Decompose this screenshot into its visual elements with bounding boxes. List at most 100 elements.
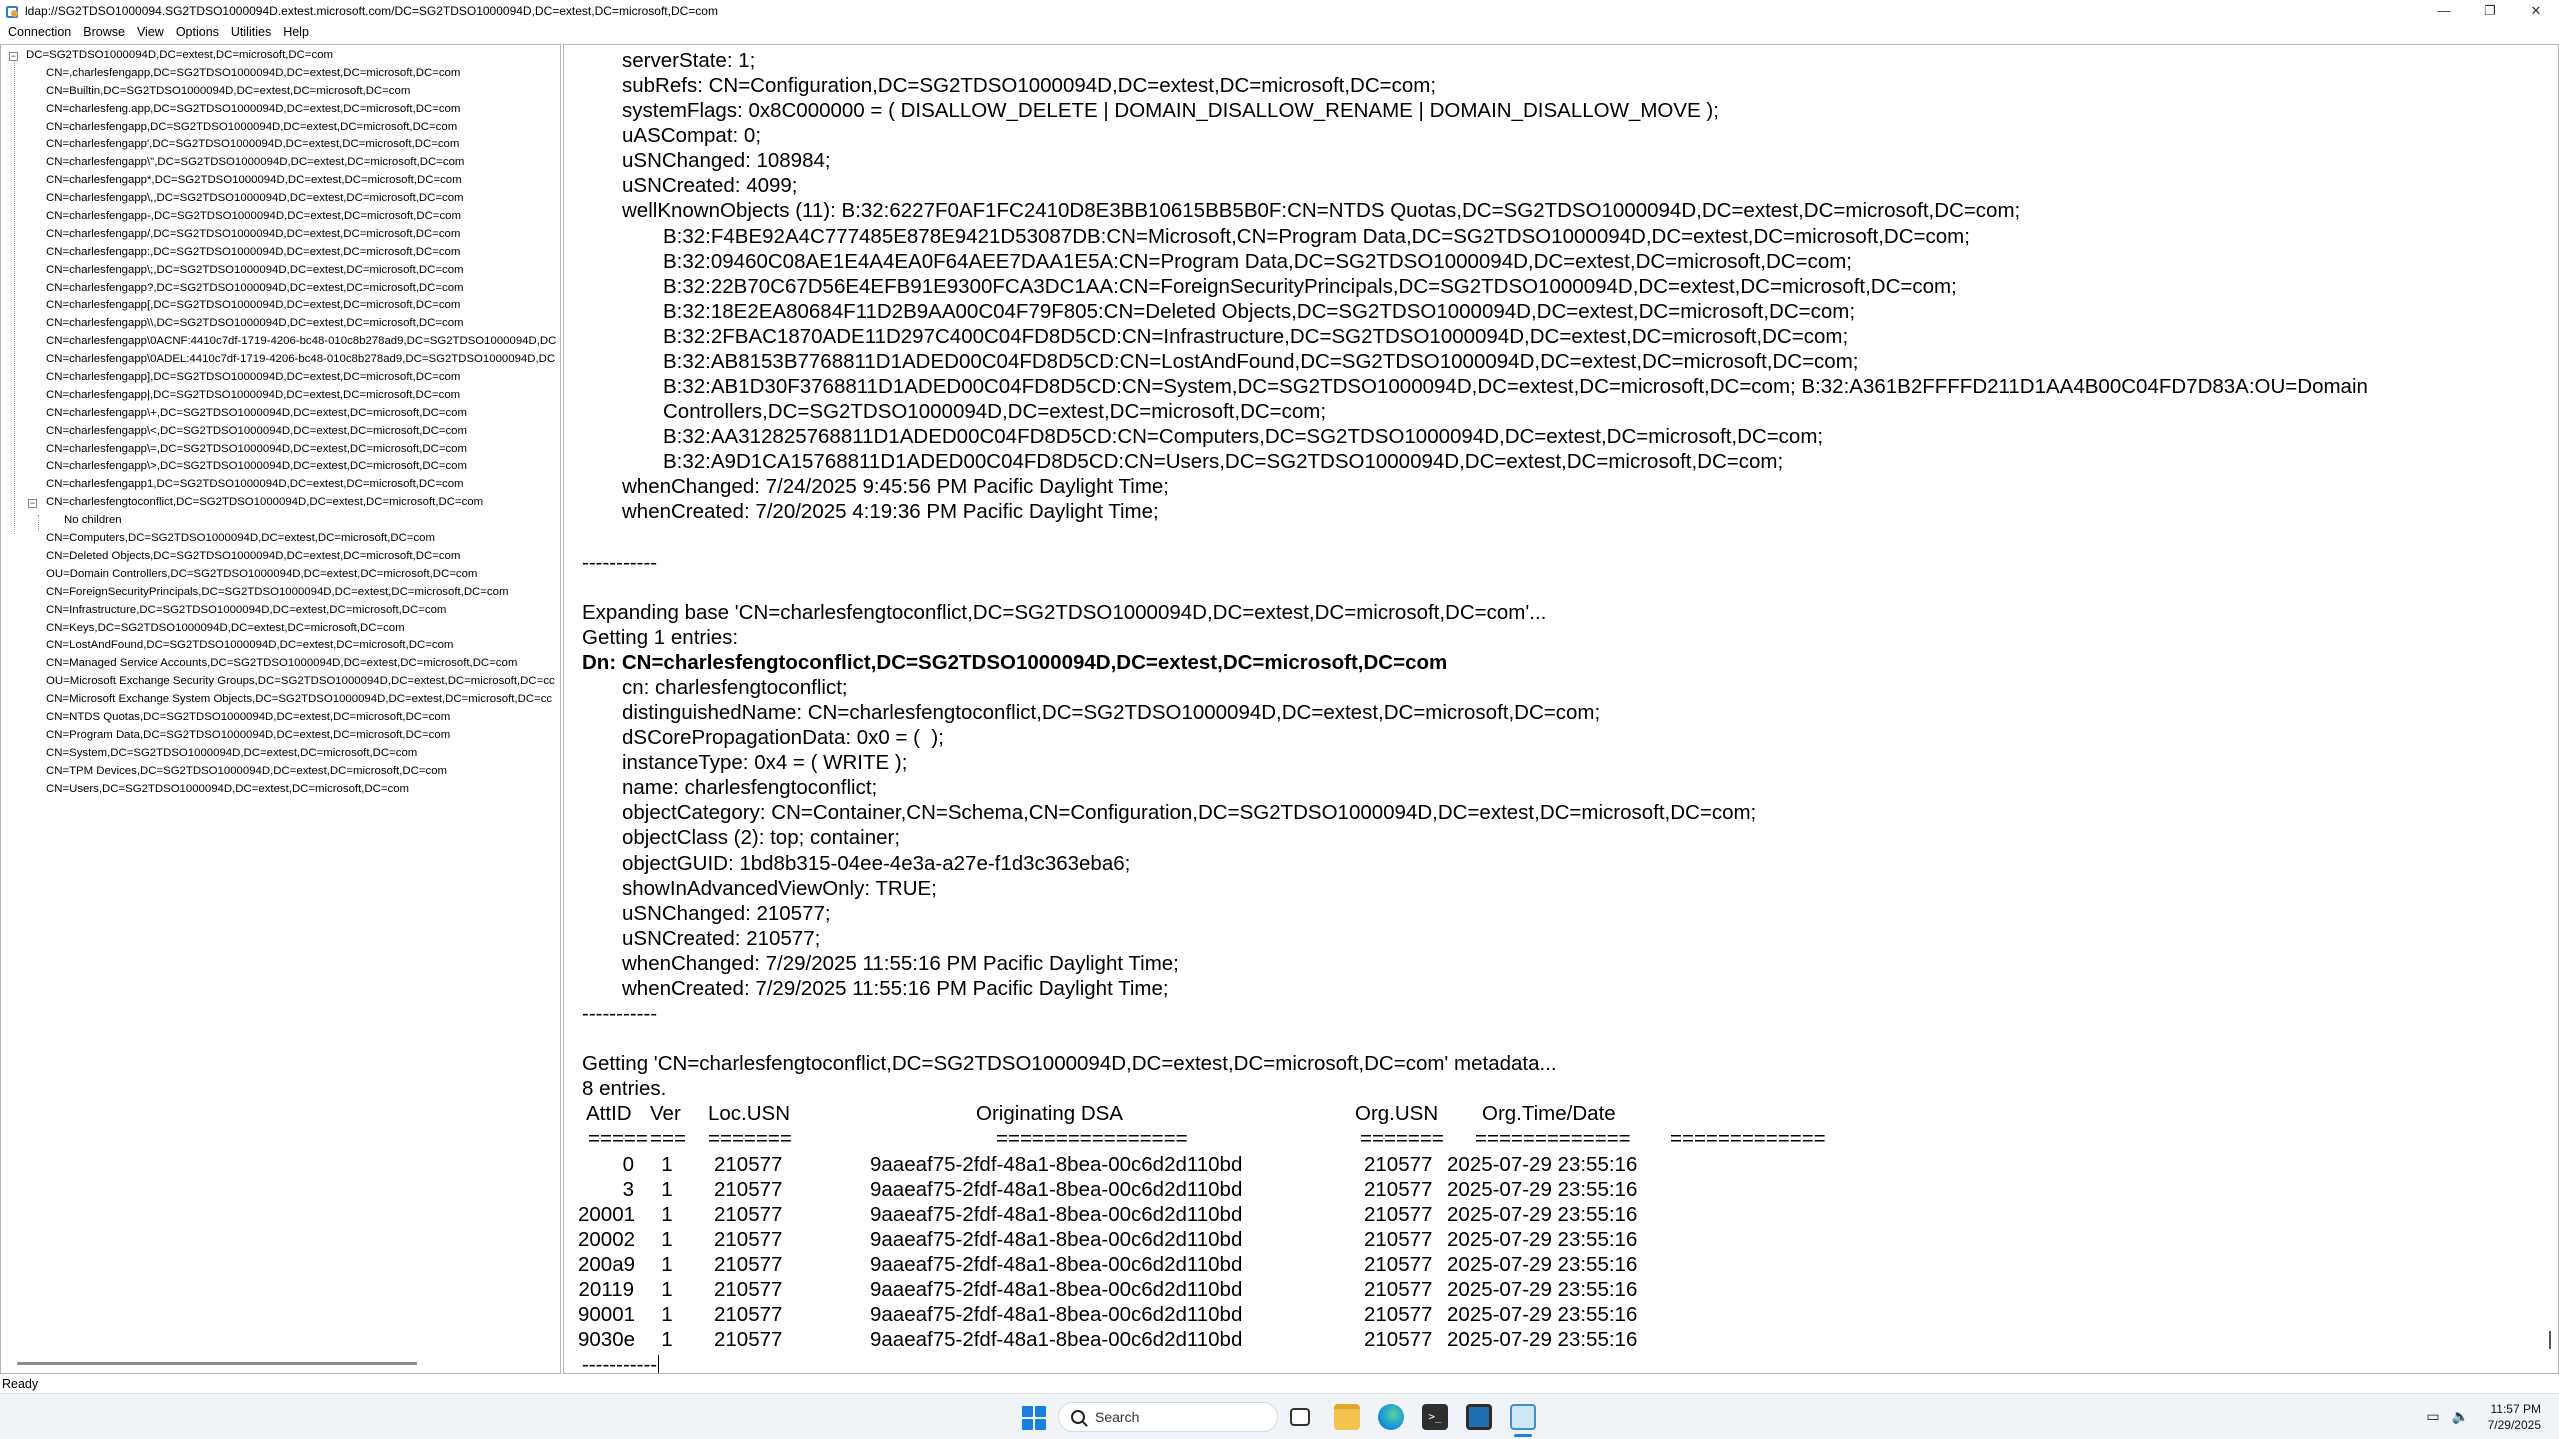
ldp-taskbar-icon[interactable]: [1510, 1404, 1536, 1430]
tree-node[interactable]: CN=NTDS Quotas,DC=SG2TDSO1000094D,DC=ext…: [1, 709, 560, 727]
tree-node[interactable]: CN=charlesfengapp/,DC=SG2TDSO1000094D,DC…: [1, 226, 560, 244]
status-text: Ready: [2, 1377, 39, 1391]
tree-node[interactable]: CN=Managed Service Accounts,DC=SG2TDSO10…: [1, 655, 560, 673]
tree-node[interactable]: OU=Domain Controllers,DC=SG2TDSO1000094D…: [1, 566, 560, 584]
metadata-cell: 210577: [1364, 1252, 1433, 1276]
tree-node[interactable]: CN=ForeignSecurityPrincipals,DC=SG2TDSO1…: [1, 584, 560, 602]
tree-node[interactable]: CN=charlesfengapp\=,DC=SG2TDSO1000094D,D…: [1, 441, 560, 459]
tree-node-selected[interactable]: − CN=charlesfengtoconflict,DC=SG2TDSO1000…: [1, 494, 560, 513]
network-icon[interactable]: ▭: [2426, 1408, 2439, 1425]
tree-node-label: No children: [64, 514, 122, 527]
menu-options[interactable]: Options: [170, 21, 225, 43]
menu-view[interactable]: View: [131, 21, 170, 43]
edge-browser-icon[interactable]: [1378, 1404, 1404, 1430]
tree-node[interactable]: CN=charlesfeng.app,DC=SG2TDSO1000094D,DC…: [1, 101, 560, 119]
tree-node-label: CN=Computers,DC=SG2TDSO1000094D,DC=extes…: [46, 532, 436, 545]
tree-node[interactable]: CN=,charlesfengapp,DC=SG2TDSO1000094D,DC…: [1, 65, 560, 83]
metadata-cell: 9030e: [578, 1328, 636, 1352]
tree-node[interactable]: CN=charlesfengapp?,DC=SG2TDSO1000094D,DC…: [1, 280, 560, 298]
metadata-cell: 9aaeaf75-2fdf-48a1-8bea-00c6d2d110bd: [870, 1303, 1243, 1326]
tree-node-label: CN=charlesfengapp\=,DC=SG2TDSO1000094D,D…: [46, 442, 468, 455]
metadata-cell: 2025-07-29 23:55:16: [1447, 1202, 1638, 1226]
tree-node[interactable]: CN=charlesfengapp[,DC=SG2TDSO1000094D,DC…: [1, 297, 560, 315]
menu-browse[interactable]: Browse: [77, 21, 131, 43]
tree-node[interactable]: CN=charlesfengapp\",DC=SG2TDSO1000094D,D…: [1, 154, 560, 172]
tree-node[interactable]: CN=Microsoft Exchange System Objects,DC=…: [1, 691, 560, 709]
volume-icon[interactable]: 🔈: [2452, 1408, 2469, 1425]
metadata-cell: 9aaeaf75-2fdf-48a1-8bea-00c6d2d110bd: [870, 1202, 1243, 1226]
metadata-cell: 1: [661, 1227, 673, 1251]
clock[interactable]: 11:57 PM 7/29/2025: [2488, 1401, 2541, 1433]
tree-node[interactable]: CN=Program Data,DC=SG2TDSO1000094D,DC=ex…: [1, 727, 560, 745]
collapse-icon[interactable]: −: [28, 499, 37, 509]
menu-connection[interactable]: Connection: [2, 21, 77, 43]
metadata-cell: 210577: [714, 1152, 783, 1176]
tree-node[interactable]: CN=charlesfengapp\,,DC=SG2TDSO1000094D,D…: [1, 190, 560, 208]
taskbar-search[interactable]: Search: [1058, 1402, 1278, 1432]
metadata-cell: 9aaeaf75-2fdf-48a1-8bea-00c6d2d110bd: [870, 1152, 1243, 1176]
metadata-cell: 1: [661, 1152, 673, 1176]
metadata-cell: 210577: [714, 1328, 783, 1352]
metadata-header: Loc.USN: [708, 1102, 791, 1126]
tree-node[interactable]: CN=Builtin,DC=SG2TDSO1000094D,DC=extest,…: [1, 83, 560, 101]
output-line: objectClass (2): top; container;: [622, 826, 901, 850]
start-icon[interactable]: [1022, 1406, 1046, 1430]
task-view-icon[interactable]: [1290, 1408, 1310, 1426]
tree-node-label: CN=TPM Devices,DC=SG2TDSO1000094D,DC=ext…: [46, 764, 448, 777]
app-window-icon[interactable]: [1466, 1404, 1492, 1430]
tree-node[interactable]: CN=charlesfengapp1,DC=SG2TDSO1000094D,DC…: [1, 476, 560, 494]
tree-node[interactable]: CN=charlesfengapp*,DC=SG2TDSO1000094D,DC…: [1, 172, 560, 190]
tree-node[interactable]: CN=charlesfengapp\0ADEL:4410c7df-1719-42…: [1, 351, 560, 369]
menu-utilities[interactable]: Utilities: [225, 21, 277, 43]
tree-node[interactable]: CN=charlesfengapp|,DC=SG2TDSO1000094D,DC…: [1, 387, 560, 405]
tree-node-label: CN=charlesfengapp\0ADEL:4410c7df-1719-42…: [46, 353, 556, 366]
tree-horizontal-scrollbar[interactable]: [17, 1362, 417, 1365]
tree-node[interactable]: CN=Users,DC=SG2TDSO1000094D,DC=extest,DC…: [1, 781, 560, 799]
output-pane[interactable]: serverState: 1; subRefs: CN=Configuration…: [563, 44, 2559, 1374]
tree-node[interactable]: CN=charlesfengapp\;,DC=SG2TDSO1000094D,D…: [1, 262, 560, 280]
tree-node[interactable]: CN=Infrastructure,DC=SG2TDSO1000094D,DC=…: [1, 602, 560, 620]
metadata-cell: 2025-07-29 23:55:16: [1447, 1177, 1638, 1201]
menu-help[interactable]: Help: [277, 21, 315, 43]
tree-pane[interactable]: − DC=SG2TDSO1000094D,DC=extest,DC=micros…: [0, 44, 561, 1374]
metadata-cell: 1: [661, 1252, 673, 1276]
terminal-icon[interactable]: >_: [1422, 1404, 1448, 1430]
output-line: systemFlags: 0x8C000000 = ( DISALLOW_DEL…: [622, 99, 1719, 123]
tree-node[interactable]: CN=TPM Devices,DC=SG2TDSO1000094D,DC=ext…: [1, 763, 560, 781]
metadata-cell: 210577: [714, 1177, 783, 1201]
tree-node[interactable]: CN=charlesfengapp\<,DC=SG2TDSO1000094D,D…: [1, 423, 560, 441]
output-line: uSNCreated: 4099;: [622, 174, 798, 198]
tree-node[interactable]: CN=Deleted Objects,DC=SG2TDSO1000094D,DC…: [1, 548, 560, 566]
output-line: B:32:18E2EA80684F11D2B9AA00C04F79F805:CN…: [663, 299, 1856, 323]
output-line: Getting 'CN=charlesfengtoconflict,DC=SG2…: [582, 1052, 1557, 1076]
tree-node[interactable]: CN=charlesfengapp',DC=SG2TDSO1000094D,DC…: [1, 136, 560, 154]
close-button[interactable]: ✕: [2513, 0, 2559, 21]
output-line: Expanding base 'CN=charlesfengtoconflict…: [582, 600, 1547, 624]
tree-view[interactable]: − DC=SG2TDSO1000094D,DC=extest,DC=micros…: [1, 47, 560, 799]
file-explorer-icon[interactable]: [1334, 1404, 1360, 1430]
tree-node[interactable]: CN=charlesfengapp\>,DC=SG2TDSO1000094D,D…: [1, 458, 560, 476]
tree-node[interactable]: CN=charlesfengapp,DC=SG2TDSO1000094D,DC=…: [1, 119, 560, 137]
tree-node[interactable]: CN=charlesfengapp\0ACNF:4410c7df-1719-42…: [1, 333, 560, 351]
tree-root-node[interactable]: − DC=SG2TDSO1000094D,DC=extest,DC=micros…: [1, 47, 560, 65]
tree-node[interactable]: OU=Microsoft Exchange Security Groups,DC…: [1, 673, 560, 691]
tree-node[interactable]: CN=charlesfengapp\+,DC=SG2TDSO1000094D,D…: [1, 405, 560, 423]
tree-node[interactable]: CN=LostAndFound,DC=SG2TDSO1000094D,DC=ex…: [1, 637, 560, 655]
tree-node[interactable]: CN=Computers,DC=SG2TDSO1000094D,DC=extes…: [1, 530, 560, 548]
tree-node[interactable]: CN=charlesfengapp:,DC=SG2TDSO1000094D,DC…: [1, 244, 560, 262]
metadata-header: Org.Time/Date: [1482, 1102, 1616, 1126]
output-scrollbar[interactable]: [2549, 1331, 2551, 1349]
output-line: B:32:22B70C67D56E4EFB91E9300FCA3DC1AA:CN…: [663, 274, 1957, 298]
tree-node[interactable]: CN=charlesfengapp-,DC=SG2TDSO1000094D,DC…: [1, 208, 560, 226]
tree-node[interactable]: CN=Keys,DC=SG2TDSO1000094D,DC=extest,DC=…: [1, 620, 560, 638]
output-line: distinguishedName: CN=charlesfengtoconfl…: [622, 701, 1601, 725]
collapse-icon[interactable]: −: [9, 52, 18, 61]
tree-node[interactable]: CN=System,DC=SG2TDSO1000094D,DC=extest,D…: [1, 745, 560, 763]
minimize-button[interactable]: —: [2421, 0, 2467, 21]
tree-node[interactable]: CN=charlesfengapp],DC=SG2TDSO1000094D,DC…: [1, 369, 560, 387]
maximize-button[interactable]: ❐: [2467, 0, 2513, 21]
output-line: B:32:AB1D30F3768811D1ADED00C04FD8D5CD:CN…: [663, 375, 2368, 399]
metadata-cell: 200a9: [578, 1252, 636, 1276]
metadata-underline: =============: [1475, 1127, 1631, 1151]
tree-node[interactable]: CN=charlesfengapp\\,DC=SG2TDSO1000094D,D…: [1, 315, 560, 333]
